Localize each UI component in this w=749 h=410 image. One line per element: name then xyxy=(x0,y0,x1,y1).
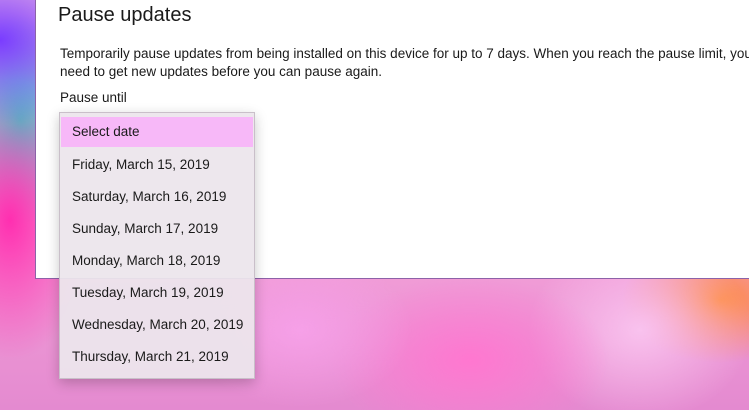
section-title: Pause updates xyxy=(58,4,192,26)
description-line-2: need to get new updates before you can p… xyxy=(60,64,382,79)
dropdown-option-march-15[interactable]: Friday, March 15, 2019 xyxy=(61,149,253,181)
dropdown-option-select-date[interactable]: Select date xyxy=(61,117,253,147)
dropdown-option-march-18[interactable]: Monday, March 18, 2019 xyxy=(61,245,253,277)
dropdown-option-march-19[interactable]: Tuesday, March 19, 2019 xyxy=(61,277,253,309)
dropdown-option-march-16[interactable]: Saturday, March 16, 2019 xyxy=(61,181,253,213)
dropdown-option-march-17[interactable]: Sunday, March 17, 2019 xyxy=(61,213,253,245)
dropdown-option-march-20[interactable]: Wednesday, March 20, 2019 xyxy=(61,309,253,341)
section-description: Temporarily pause updates from being ins… xyxy=(60,45,749,81)
description-line-1: Temporarily pause updates from being ins… xyxy=(60,46,749,61)
pause-until-label: Pause until xyxy=(60,90,127,105)
dropdown-option-march-21[interactable]: Thursday, March 21, 2019 xyxy=(61,341,253,373)
pause-until-dropdown-menu[interactable]: Select date Friday, March 15, 2019 Satur… xyxy=(59,112,255,379)
